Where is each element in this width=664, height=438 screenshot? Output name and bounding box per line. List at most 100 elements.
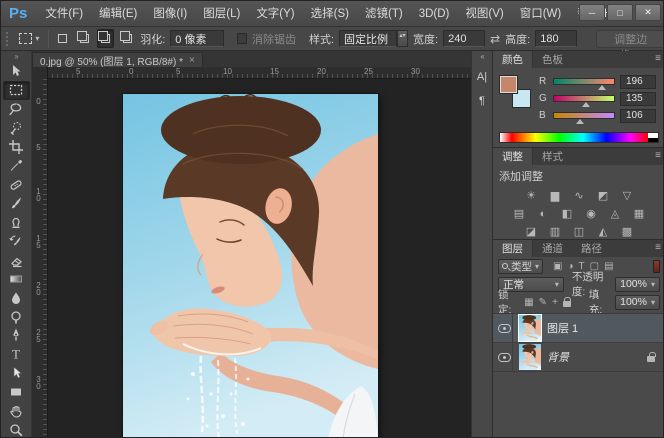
close-button[interactable]: ✕ (635, 4, 661, 21)
layer-row-background[interactable]: 背景 (493, 343, 663, 372)
spectrum-gradient[interactable] (500, 133, 648, 142)
tool-history-brush[interactable] (3, 232, 30, 251)
paragraph-panel-icon[interactable]: ¶ (473, 91, 492, 111)
eye-icon[interactable] (498, 352, 511, 362)
black-white-icon[interactable]: ◧ (559, 207, 576, 221)
tool-gradient[interactable] (3, 269, 30, 288)
menu-layer[interactable]: 图层(L) (195, 1, 248, 27)
character-panel-icon[interactable]: A| (473, 67, 492, 87)
menu-file[interactable]: 文件(F) (37, 1, 91, 27)
spectrum-bw-wells[interactable] (648, 133, 658, 142)
dock-collapse-arrows[interactable]: ‹‹ (480, 51, 484, 63)
maximize-button[interactable]: □ (607, 4, 633, 21)
lock-transparency-icon[interactable]: ▦ (524, 297, 533, 308)
layer-thumbnail[interactable] (518, 314, 542, 342)
tool-eyedropper[interactable] (3, 156, 30, 175)
refine-edge-button[interactable]: 调整边缘… (596, 29, 663, 62)
selective-color-icon[interactable]: ◭ (595, 225, 612, 239)
layer-row-layer1[interactable]: 图层 1 (493, 314, 663, 343)
invert-icon[interactable]: ◪ (523, 225, 540, 239)
tab-layers[interactable]: 图层 (493, 240, 533, 257)
tool-crop[interactable] (3, 137, 30, 156)
green-slider[interactable] (553, 95, 615, 107)
fill-dropdown[interactable]: 100% ▾ (615, 294, 660, 310)
tab-paths[interactable]: 路径 (572, 240, 611, 257)
panel-menu-icon[interactable]: ≡ (655, 150, 661, 161)
tab-close-icon[interactable]: × (189, 55, 195, 66)
tool-zoom[interactable] (3, 420, 30, 437)
lock-all-icon[interactable] (562, 297, 572, 307)
feather-input[interactable] (170, 30, 225, 47)
tool-rectangular-marquee[interactable] (2, 80, 30, 100)
tab-styles[interactable]: 样式 (533, 148, 572, 165)
menu-type[interactable]: 文字(Y) (248, 1, 302, 27)
tool-type[interactable]: T (3, 345, 30, 364)
layer-thumbnail[interactable] (519, 344, 541, 370)
red-slider-handle[interactable] (598, 85, 606, 90)
tool-hand[interactable] (3, 401, 30, 420)
eye-icon[interactable] (498, 323, 511, 333)
intersect-selection-button[interactable] (119, 29, 135, 48)
subtract-from-selection-button[interactable] (97, 29, 114, 48)
tool-lasso[interactable] (3, 100, 30, 119)
document-image[interactable] (123, 94, 378, 438)
toolbar-collapse-arrows[interactable]: ›› (1, 51, 31, 62)
minimize-button[interactable]: ─ (579, 4, 605, 21)
levels-icon[interactable]: ▆ (547, 189, 564, 203)
layer-filter-toggle[interactable] (653, 259, 660, 273)
gradient-map-icon[interactable]: ▩ (619, 225, 636, 239)
menu-3d[interactable]: 3D(D) (411, 1, 458, 27)
tool-preset-picker[interactable]: ▾ (15, 31, 43, 46)
blue-slider-handle[interactable] (576, 119, 584, 124)
color-balance-icon[interactable]: ◐ (535, 207, 552, 221)
panel-menu-icon[interactable]: ≡ (655, 242, 661, 253)
posterize-icon[interactable]: ▥ (547, 225, 564, 239)
green-value[interactable]: 135 (620, 91, 656, 106)
tab-swatches[interactable]: 色板 (533, 51, 572, 68)
channel-mixer-icon[interactable]: ◬ (607, 207, 624, 221)
blue-slider[interactable] (553, 112, 615, 124)
curves-icon[interactable]: ∿ (571, 189, 588, 203)
tool-move[interactable] (3, 62, 30, 81)
lock-position-icon[interactable]: + (552, 297, 558, 308)
lock-pixels-icon[interactable]: ✎ (539, 297, 547, 308)
panel-menu-icon[interactable]: ≡ (655, 53, 661, 64)
color-spectrum-ramp[interactable] (499, 132, 659, 143)
add-to-selection-button[interactable] (76, 29, 92, 48)
tool-quick-selection[interactable] (3, 119, 30, 138)
blue-value[interactable]: 106 (620, 108, 656, 123)
tab-channels[interactable]: 通道 (533, 240, 572, 257)
tool-spot-healing-brush[interactable] (3, 175, 30, 194)
tool-brush[interactable] (3, 194, 30, 213)
menu-edit[interactable]: 编辑(E) (91, 1, 145, 27)
style-value[interactable] (339, 30, 398, 47)
hue-saturation-icon[interactable]: ▤ (511, 207, 528, 221)
visibility-cell[interactable] (497, 314, 513, 342)
red-value[interactable]: 196 (620, 74, 656, 89)
green-slider-handle[interactable] (582, 102, 590, 107)
tab-adjustments[interactable]: 调整 (493, 148, 533, 165)
red-slider[interactable] (553, 78, 615, 90)
menu-select[interactable]: 选择(S) (303, 1, 357, 27)
exposure-icon[interactable]: ◩ (595, 189, 612, 203)
filter-pixel-layers-icon[interactable]: ▣ (553, 261, 562, 272)
swap-dimensions-icon[interactable]: ⇄ (490, 32, 500, 46)
layer-name[interactable]: 图层 1 (547, 320, 661, 336)
menu-image[interactable]: 图像(I) (145, 1, 195, 27)
tool-rectangle-shape[interactable] (3, 383, 30, 402)
foreground-color-swatch[interactable] (499, 75, 518, 94)
menu-view[interactable]: 视图(V) (457, 1, 511, 27)
tool-dodge[interactable] (3, 307, 30, 326)
visibility-cell[interactable] (497, 343, 513, 371)
width-input[interactable] (443, 30, 486, 47)
style-dropdown[interactable]: ▴▾ (339, 30, 409, 47)
menu-window[interactable]: 窗口(W) (512, 1, 570, 27)
opacity-dropdown[interactable]: 100% ▾ (615, 276, 660, 292)
tool-path-selection[interactable] (3, 364, 30, 383)
photo-filter-icon[interactable]: ◉ (583, 207, 600, 221)
document-tab[interactable]: 0.jpg @ 50% (图层 1, RGB/8#) * × (32, 52, 203, 68)
tool-pen[interactable] (3, 326, 30, 345)
filter-kind-dropdown[interactable]: 类型 ▾ (498, 258, 544, 274)
color-lookup-icon[interactable]: ▦ (631, 207, 648, 221)
new-selection-button[interactable] (54, 29, 70, 48)
